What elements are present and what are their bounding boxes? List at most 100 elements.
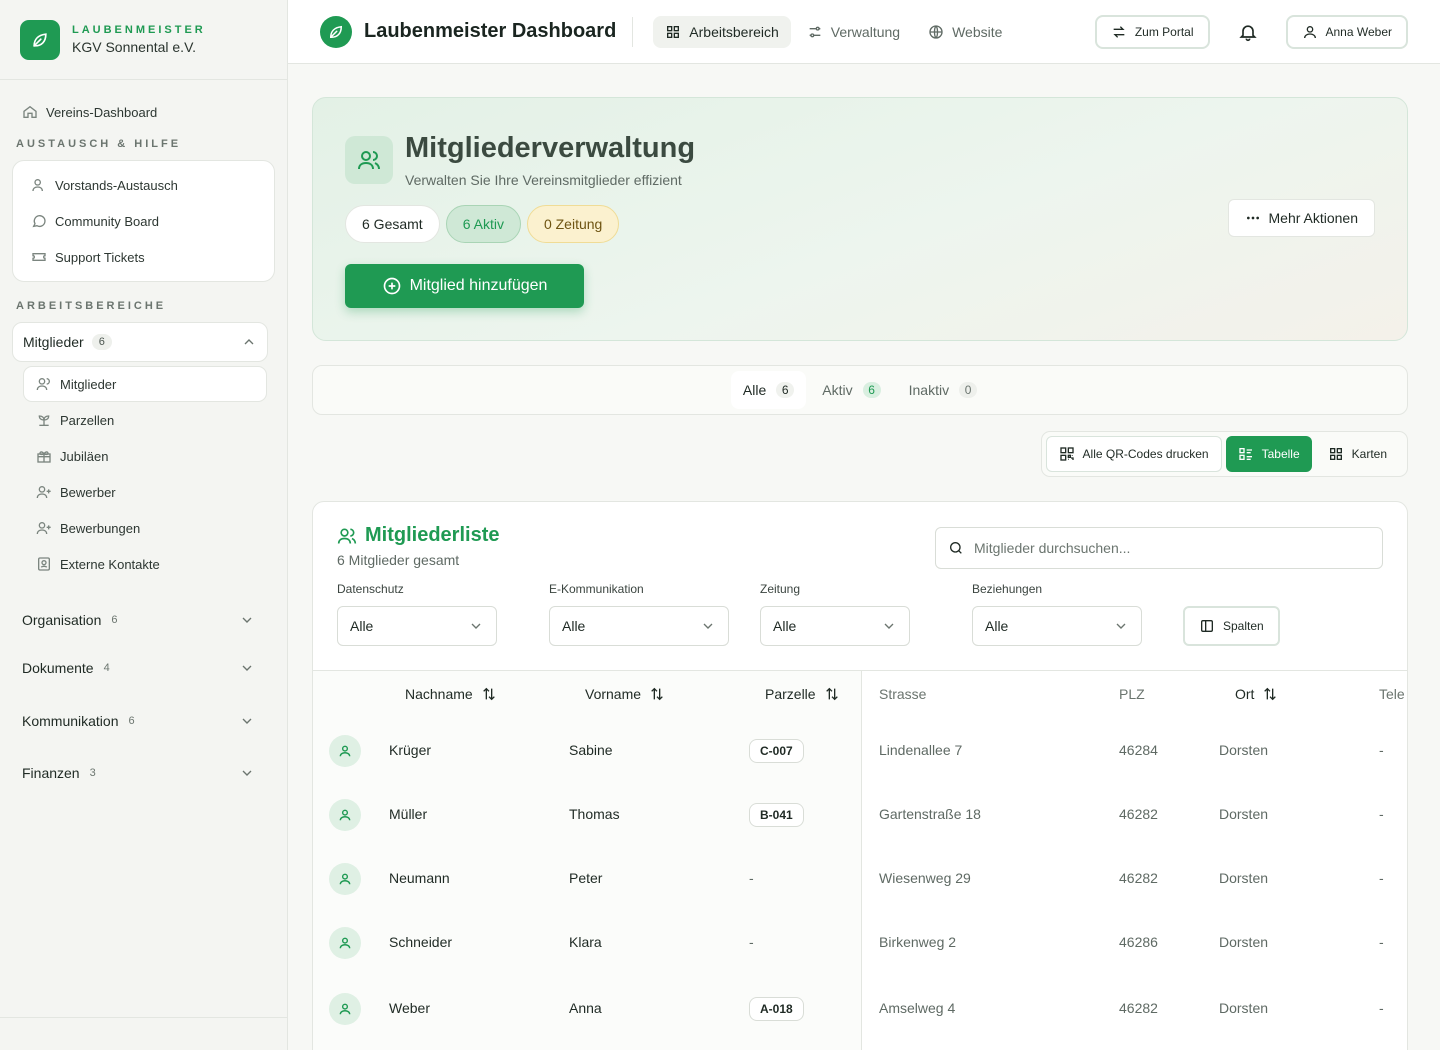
sidebar-item-bewerber[interactable]: Bewerber <box>24 474 287 510</box>
add-member-button[interactable]: Mitglied hinzufügen <box>345 264 584 308</box>
column-header-telefon: Tele <box>1379 686 1405 702</box>
group-label: Organisation <box>22 612 102 628</box>
sidebar-item-support-tickets[interactable]: Support Tickets <box>13 239 274 275</box>
table-row[interactable]: Müller Thomas B-041 Gartenstraße 18 4628… <box>313 783 1407 847</box>
list-title: Mitgliederliste <box>365 524 500 546</box>
portal-button[interactable]: Zum Portal <box>1094 14 1210 49</box>
tab-aktiv[interactable]: Aktiv 6 <box>810 371 892 409</box>
print-qr-label: Alle QR-Codes drucken <box>1082 447 1209 461</box>
sidebar-item-vorstands-austausch[interactable]: Vorstands-Austausch <box>13 167 274 203</box>
users-icon <box>31 177 47 193</box>
table-row[interactable]: Neumann Peter - Wiesenweg 29 46282 Dorst… <box>313 847 1407 911</box>
user-menu-button[interactable]: Anna Weber <box>1285 14 1408 49</box>
cell-strasse: Birkenweg 2 <box>879 934 957 950</box>
table-row[interactable]: Weber Anna A-018 Amselweg 4 46282 Dorste… <box>313 975 1407 1039</box>
contact-card-icon <box>36 556 52 572</box>
group-kommunikation[interactable]: Kommunikation 6 <box>0 690 287 752</box>
chevron-down-icon <box>700 618 716 634</box>
column-header-ort[interactable]: Ort <box>1235 686 1278 702</box>
sidebar: LAUBENMEISTER KGV Sonnental e.V. Vereins… <box>0 0 288 1050</box>
sidebar-item-jubilaeen[interactable]: Jubiläen <box>24 438 287 474</box>
nav-label: Verwaltung <box>830 23 901 40</box>
sidebar-item-community-board[interactable]: Community Board <box>13 203 274 239</box>
filter-beziehungen-select[interactable]: Alle <box>972 606 1142 646</box>
sidebar-item-label: Bewerber <box>60 484 116 500</box>
brand[interactable]: LAUBENMEISTER KGV Sonnental e.V. <box>0 0 287 80</box>
cards-view-label: Karten <box>1351 447 1387 461</box>
bell-icon[interactable] <box>1230 14 1266 50</box>
filter-zeitung-select[interactable]: Alle <box>760 606 910 646</box>
tab-label: Inaktiv <box>908 382 950 398</box>
columns-button[interactable]: Spalten <box>1183 606 1280 646</box>
users-icon <box>337 526 357 546</box>
parcel-badge: C-007 <box>749 739 804 763</box>
sort-icon <box>481 686 497 702</box>
chevron-down-icon <box>239 612 255 628</box>
nav-website[interactable]: Website <box>916 16 1014 48</box>
filter-e-kommunikation-select[interactable]: Alle <box>549 606 729 646</box>
column-header-vorname[interactable]: Vorname <box>585 686 665 702</box>
group-mitglieder[interactable]: Mitglieder 6 <box>12 322 268 362</box>
cell-parzelle: - <box>749 870 754 886</box>
chevron-down-icon <box>1113 618 1129 634</box>
group-organisation[interactable]: Organisation 6 <box>0 594 287 646</box>
tab-count: 6 <box>776 382 795 398</box>
user-plus-icon <box>36 520 52 536</box>
column-header-plz: PLZ <box>1119 686 1145 702</box>
table-row[interactable]: Schneider Klara - Birkenweg 2 46286 Dors… <box>313 911 1407 975</box>
cell-vorname: Thomas <box>569 806 620 822</box>
cell-ort: Dorsten <box>1219 870 1269 886</box>
users-icon <box>36 376 52 392</box>
page-subtitle: Verwalten Sie Ihre Vereinsmitglieder eff… <box>405 172 682 188</box>
column-header-nachname[interactable]: Nachname <box>405 686 497 702</box>
cards-view-button[interactable]: Karten <box>1316 436 1399 472</box>
sidebar-item-dashboard[interactable]: Vereins-Dashboard <box>0 94 287 130</box>
cell-plz: 46282 <box>1119 870 1158 886</box>
nav-arbeitsbereich[interactable]: Arbeitsbereich <box>653 15 791 48</box>
sidebar-item-externe-kontakte[interactable]: Externe Kontakte <box>24 546 287 582</box>
group-count: 6 <box>111 614 118 626</box>
leaf-logo-icon[interactable] <box>320 15 352 48</box>
tab-inaktiv[interactable]: Inaktiv 0 <box>897 371 989 409</box>
cell-ort: Dorsten <box>1219 742 1269 758</box>
print-qr-codes-button[interactable]: Alle QR-Codes drucken <box>1045 436 1222 472</box>
page-title: Mitgliederverwaltung <box>405 132 696 164</box>
more-actions-button[interactable]: Mehr Aktionen <box>1227 199 1375 237</box>
columns-label: Spalten <box>1223 619 1264 633</box>
table-row[interactable]: Krüger Sabine C-007 Lindenallee 7 46284 … <box>313 719 1407 783</box>
group-dokumente[interactable]: Dokumente 4 <box>0 646 287 690</box>
chevron-down-icon <box>239 713 255 729</box>
status-filter-tabs: Alle 6 Aktiv 6 Inaktiv 0 <box>312 365 1408 415</box>
section-title-work: ARBEITSBEREICHE <box>16 300 167 312</box>
brand-kicker: LAUBENMEISTER <box>72 24 206 36</box>
help-box: Vorstands-Austausch Community Board Supp… <box>12 160 275 282</box>
cell-ort: Dorsten <box>1219 1000 1269 1016</box>
group-count: 6 <box>91 334 112 350</box>
more-actions-label: Mehr Aktionen <box>1268 210 1359 226</box>
group-finanzen[interactable]: Finanzen 3 <box>0 752 287 794</box>
group-label: Finanzen <box>22 765 80 781</box>
sidebar-item-mitglieder[interactable]: Mitglieder <box>23 366 267 402</box>
user-plus-icon <box>36 484 52 500</box>
tab-alle[interactable]: Alle 6 <box>730 371 807 409</box>
topbar: Laubenmeister Dashboard Arbeitsbereich V… <box>288 0 1440 64</box>
sidebar-divider <box>0 1017 287 1018</box>
stat-active-badge: 6 Aktiv <box>445 205 521 243</box>
cell-telefon: - <box>1379 870 1384 886</box>
cell-nachname: Neumann <box>389 870 450 886</box>
filter-datenschutz-select[interactable]: Alle <box>337 606 497 646</box>
cell-telefon: - <box>1379 934 1384 950</box>
column-header-parzelle[interactable]: Parzelle <box>765 686 840 702</box>
sidebar-item-parzellen[interactable]: Parzellen <box>24 402 287 438</box>
chevron-down-icon <box>239 765 255 781</box>
search-input[interactable] <box>974 540 1370 556</box>
user-avatar-icon <box>329 927 361 959</box>
member-search[interactable] <box>935 527 1383 569</box>
table-view-button[interactable]: Tabelle <box>1225 436 1312 472</box>
ticket-icon <box>31 249 47 265</box>
sidebar-item-bewerbungen[interactable]: Bewerbungen <box>24 510 287 546</box>
cell-vorname: Sabine <box>569 742 613 758</box>
tab-count: 0 <box>959 382 978 398</box>
nav-verwaltung[interactable]: Verwaltung <box>795 16 912 48</box>
column-label: Ort <box>1235 686 1255 702</box>
